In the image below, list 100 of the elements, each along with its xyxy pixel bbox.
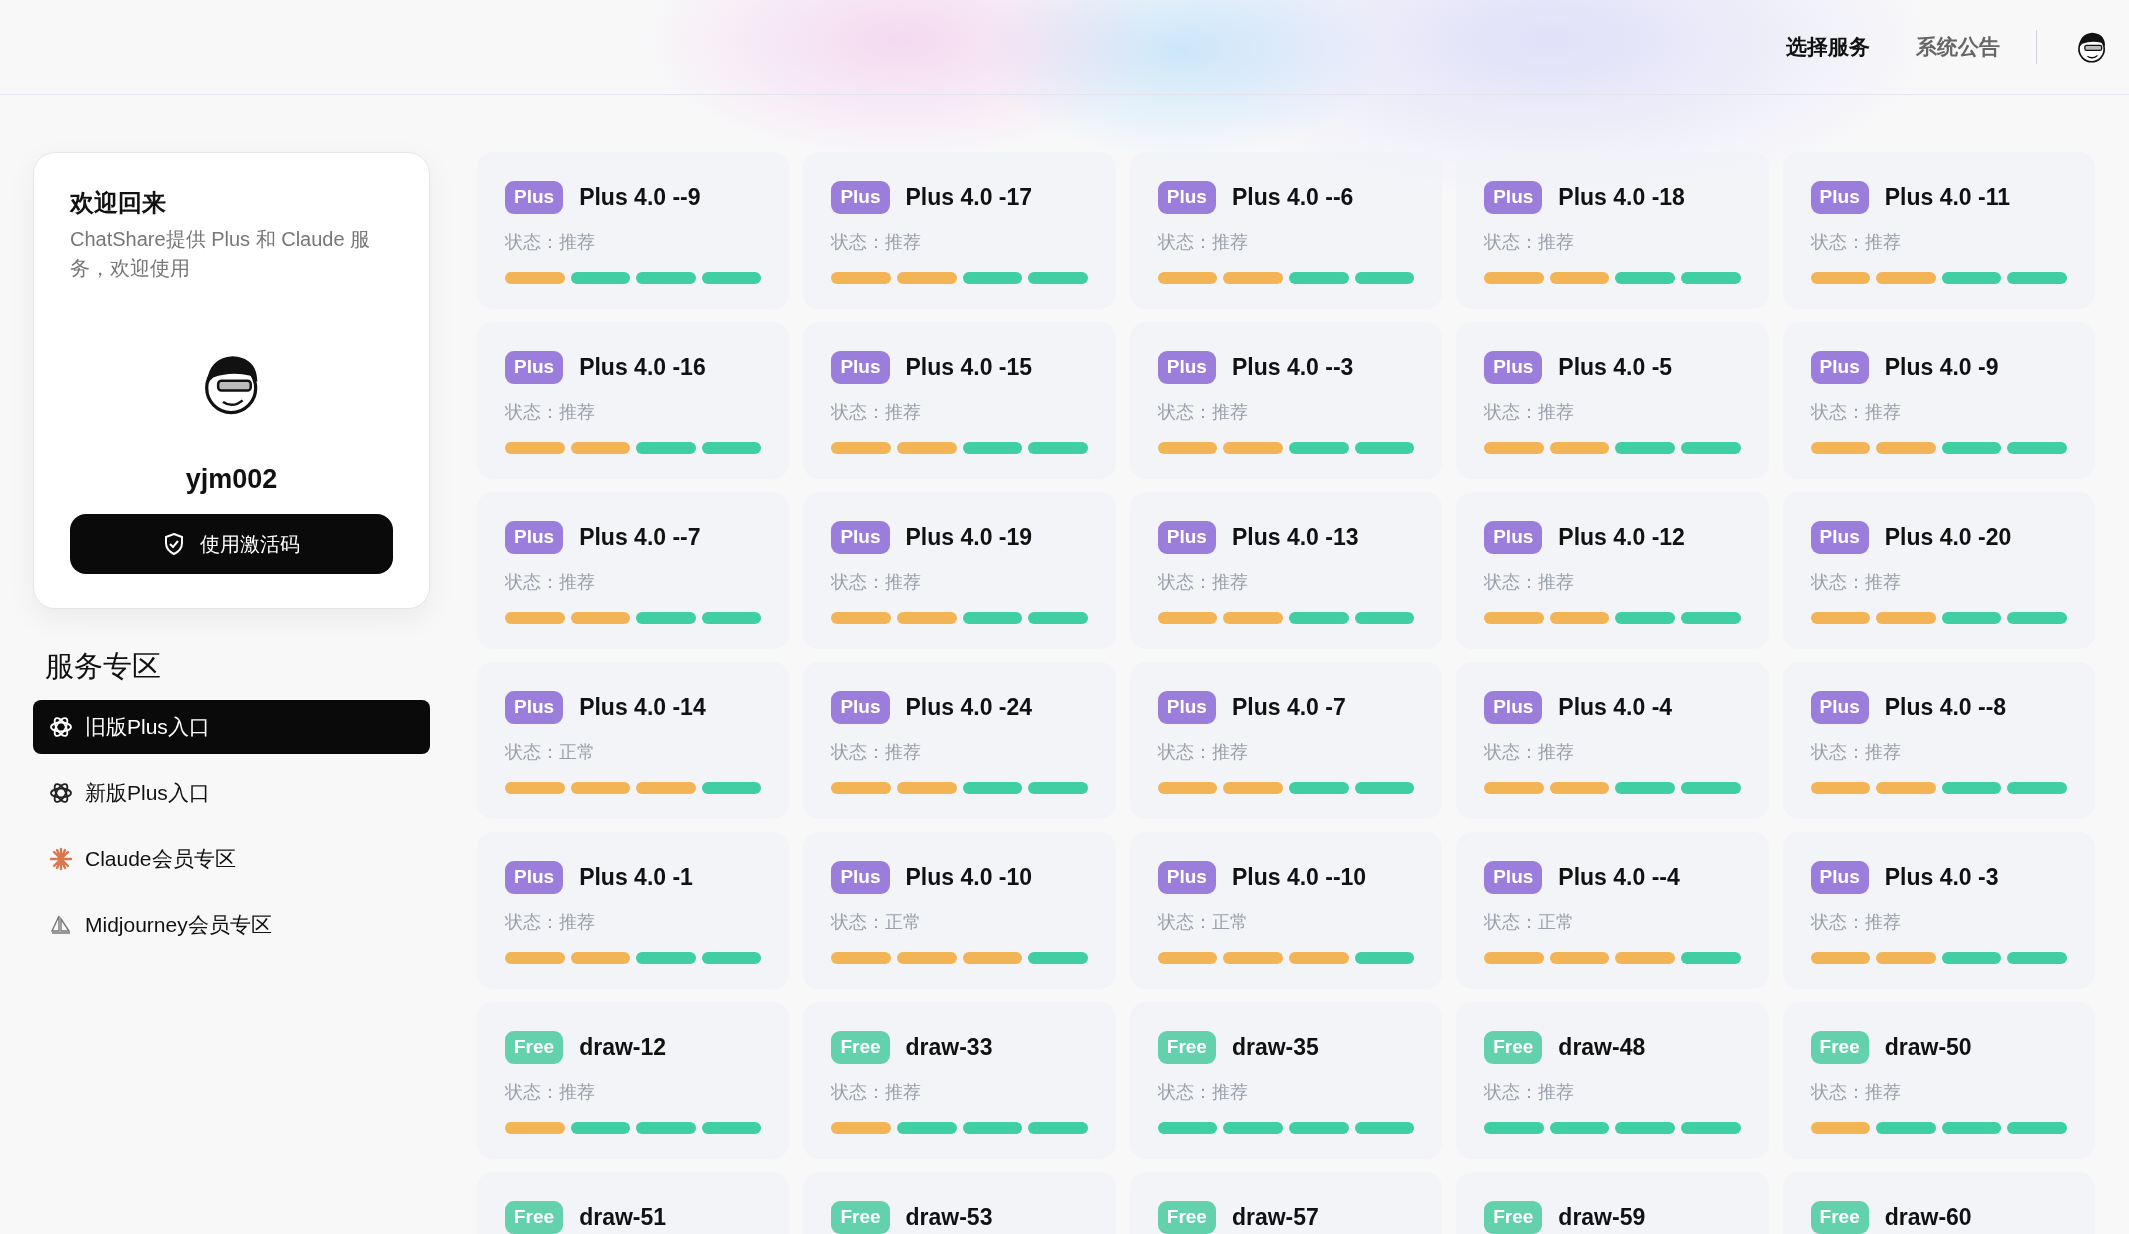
service-card[interactable]: Free draw-53 xyxy=(803,1172,1116,1234)
service-card[interactable]: Plus Plus 4.0 -24 状态：推荐 xyxy=(803,662,1116,819)
service-card[interactable]: Free draw-59 xyxy=(1456,1172,1769,1234)
tier-badge: Plus xyxy=(1810,521,1869,554)
service-status: 状态：推荐 xyxy=(1157,740,1249,764)
service-card[interactable]: Free draw-57 xyxy=(1129,1172,1443,1234)
service-card[interactable]: Plus Plus 4.0 -11 状态：推荐 xyxy=(1782,152,2095,309)
nav-link[interactable]: 系统公告 xyxy=(1916,31,2000,63)
service-name: Plus 4.0 -11 xyxy=(1884,183,2011,212)
service-status: 状态：推荐 xyxy=(1810,230,1902,254)
service-status: 状态：推荐 xyxy=(1157,570,1249,594)
service-name: Plus 4.0 -14 xyxy=(579,693,706,722)
service-card[interactable]: Plus Plus 4.0 -4 状态：推荐 xyxy=(1456,662,1769,819)
tier-badge: Plus xyxy=(1157,691,1216,724)
service-card[interactable]: Free draw-50 状态：推荐 xyxy=(1782,1002,2095,1159)
service-card[interactable]: Plus Plus 4.0 --3 状态：推荐 xyxy=(1129,322,1443,479)
service-card[interactable]: Plus Plus 4.0 -18 状态：推荐 xyxy=(1456,152,1769,309)
tier-badge: Plus xyxy=(1484,691,1543,724)
service-card[interactable]: Plus Plus 4.0 --6 状态：推荐 xyxy=(1129,152,1443,309)
service-status: 状态：推荐 xyxy=(505,570,596,594)
service-name: Plus 4.0 -12 xyxy=(1558,523,1685,552)
tier-badge: Plus xyxy=(505,521,564,554)
service-card[interactable]: Plus Plus 4.0 -15 状态：推荐 xyxy=(803,322,1116,479)
tier-badge: Free xyxy=(831,1201,890,1234)
service-name: draw-50 xyxy=(1884,1033,1972,1062)
activation-button[interactable]: 使用激活码 xyxy=(70,513,393,574)
service-card[interactable]: Plus Plus 4.0 -17 状态：推荐 xyxy=(803,152,1116,309)
service-status: 状态：推荐 xyxy=(505,230,596,254)
service-status: 状态：推荐 xyxy=(1484,570,1576,594)
service-name: draw-48 xyxy=(1558,1033,1646,1062)
service-card[interactable]: Plus Plus 4.0 -14 状态：正常 xyxy=(477,662,790,819)
service-card[interactable]: Plus Plus 4.0 --10 状态：正常 xyxy=(1129,832,1443,989)
service-card[interactable]: Free draw-60 xyxy=(1782,1172,2095,1234)
service-status: 状态：推荐 xyxy=(1157,230,1249,254)
service-status: 状态：推荐 xyxy=(1484,230,1576,254)
service-card[interactable]: Free draw-48 状态：推荐 xyxy=(1456,1002,1769,1159)
service-card[interactable]: Plus Plus 4.0 -5 状态：推荐 xyxy=(1456,322,1769,479)
tier-badge: Free xyxy=(1810,1201,1869,1234)
tier-badge: Plus xyxy=(1157,521,1216,554)
tier-badge: Free xyxy=(1484,1031,1543,1064)
service-card[interactable]: Plus Plus 4.0 -3 状态：推荐 xyxy=(1782,832,2095,989)
tier-badge: Plus xyxy=(831,351,890,384)
service-name: draw-57 xyxy=(1231,1203,1319,1232)
service-status: 状态：正常 xyxy=(505,740,596,764)
service-status: 状态：推荐 xyxy=(1810,570,1902,594)
service-name: Plus 4.0 --6 xyxy=(1231,183,1354,212)
welcome-title: 欢迎回来 xyxy=(70,188,167,218)
service-card[interactable]: Plus Plus 4.0 --9 状态：推荐 xyxy=(477,152,790,309)
service-status: 状态：推荐 xyxy=(1810,910,1902,934)
service-status: 状态：推荐 xyxy=(831,1080,923,1104)
tier-badge: Plus xyxy=(1810,861,1869,894)
service-card[interactable]: Plus Plus 4.0 -12 状态：推荐 xyxy=(1456,492,1769,649)
shield-check-icon xyxy=(163,532,184,555)
service-name: Plus 4.0 -10 xyxy=(905,863,1033,892)
service-name: Plus 4.0 -16 xyxy=(579,353,706,382)
service-status: 状态：正常 xyxy=(831,910,923,934)
tier-badge: Plus xyxy=(505,181,564,214)
service-card[interactable]: Plus Plus 4.0 -1 状态：推荐 xyxy=(477,832,790,989)
service-name: Plus 4.0 --9 xyxy=(579,183,701,212)
service-card[interactable]: Plus Plus 4.0 -7 状态：推荐 xyxy=(1129,662,1443,819)
service-status: 状态：正常 xyxy=(1484,910,1576,934)
service-name: Plus 4.0 -18 xyxy=(1558,183,1685,212)
tier-badge: Free xyxy=(505,1201,564,1234)
service-name: Plus 4.0 -13 xyxy=(1231,523,1359,552)
service-card[interactable]: Plus Plus 4.0 --4 状态：正常 xyxy=(1456,832,1769,989)
tier-badge: Plus xyxy=(505,691,564,724)
sidebar-item[interactable]: Claude会员专区 xyxy=(33,832,430,886)
tier-badge: Plus xyxy=(1157,181,1216,214)
service-card[interactable]: Free draw-35 状态：推荐 xyxy=(1129,1002,1443,1159)
service-name: Plus 4.0 -1 xyxy=(579,863,693,892)
service-card[interactable]: Plus Plus 4.0 --7 状态：推荐 xyxy=(477,492,790,649)
service-status: 状态：推荐 xyxy=(1810,1080,1902,1104)
tier-badge: Free xyxy=(1484,1201,1543,1234)
sidebar-item[interactable]: 旧版Plus入口 xyxy=(33,700,430,754)
avatar-icon[interactable] xyxy=(2077,31,2107,63)
service-card[interactable]: Plus Plus 4.0 -16 状态：推荐 xyxy=(477,322,790,479)
service-card[interactable]: Free draw-51 xyxy=(477,1172,790,1234)
tier-badge: Plus xyxy=(1157,351,1216,384)
tier-badge: Plus xyxy=(1810,351,1869,384)
service-card[interactable]: Plus Plus 4.0 -19 状态：推荐 xyxy=(803,492,1116,649)
service-card[interactable]: Plus Plus 4.0 --8 状态：推荐 xyxy=(1782,662,2095,819)
service-card[interactable]: Plus Plus 4.0 -20 状态：推荐 xyxy=(1782,492,2095,649)
sidebar-item[interactable]: Midjourney会员专区 xyxy=(33,898,430,952)
service-name: Plus 4.0 -5 xyxy=(1558,353,1673,382)
service-card[interactable]: Free draw-12 状态：推荐 xyxy=(477,1002,790,1159)
asterisk-icon xyxy=(49,847,73,871)
service-card[interactable]: Free draw-33 状态：推荐 xyxy=(803,1002,1116,1159)
service-card[interactable]: Plus Plus 4.0 -13 状态：推荐 xyxy=(1129,492,1443,649)
tier-badge: Free xyxy=(505,1031,564,1064)
service-name: Plus 4.0 --4 xyxy=(1558,863,1680,892)
nav-link[interactable]: 选择服务 xyxy=(1786,31,1870,63)
service-card[interactable]: Plus Plus 4.0 -9 状态：推荐 xyxy=(1782,322,2095,479)
service-card[interactable]: Plus Plus 4.0 -10 状态：正常 xyxy=(803,832,1116,989)
service-name: Plus 4.0 -19 xyxy=(905,523,1033,552)
service-name: Plus 4.0 -20 xyxy=(1884,523,2012,552)
sidebar-item[interactable]: 新版Plus入口 xyxy=(33,766,430,820)
service-name: Plus 4.0 -17 xyxy=(905,183,1033,212)
service-name: Plus 4.0 --10 xyxy=(1231,863,1367,892)
sailboat-icon xyxy=(49,913,73,937)
tier-badge: Plus xyxy=(1484,861,1543,894)
